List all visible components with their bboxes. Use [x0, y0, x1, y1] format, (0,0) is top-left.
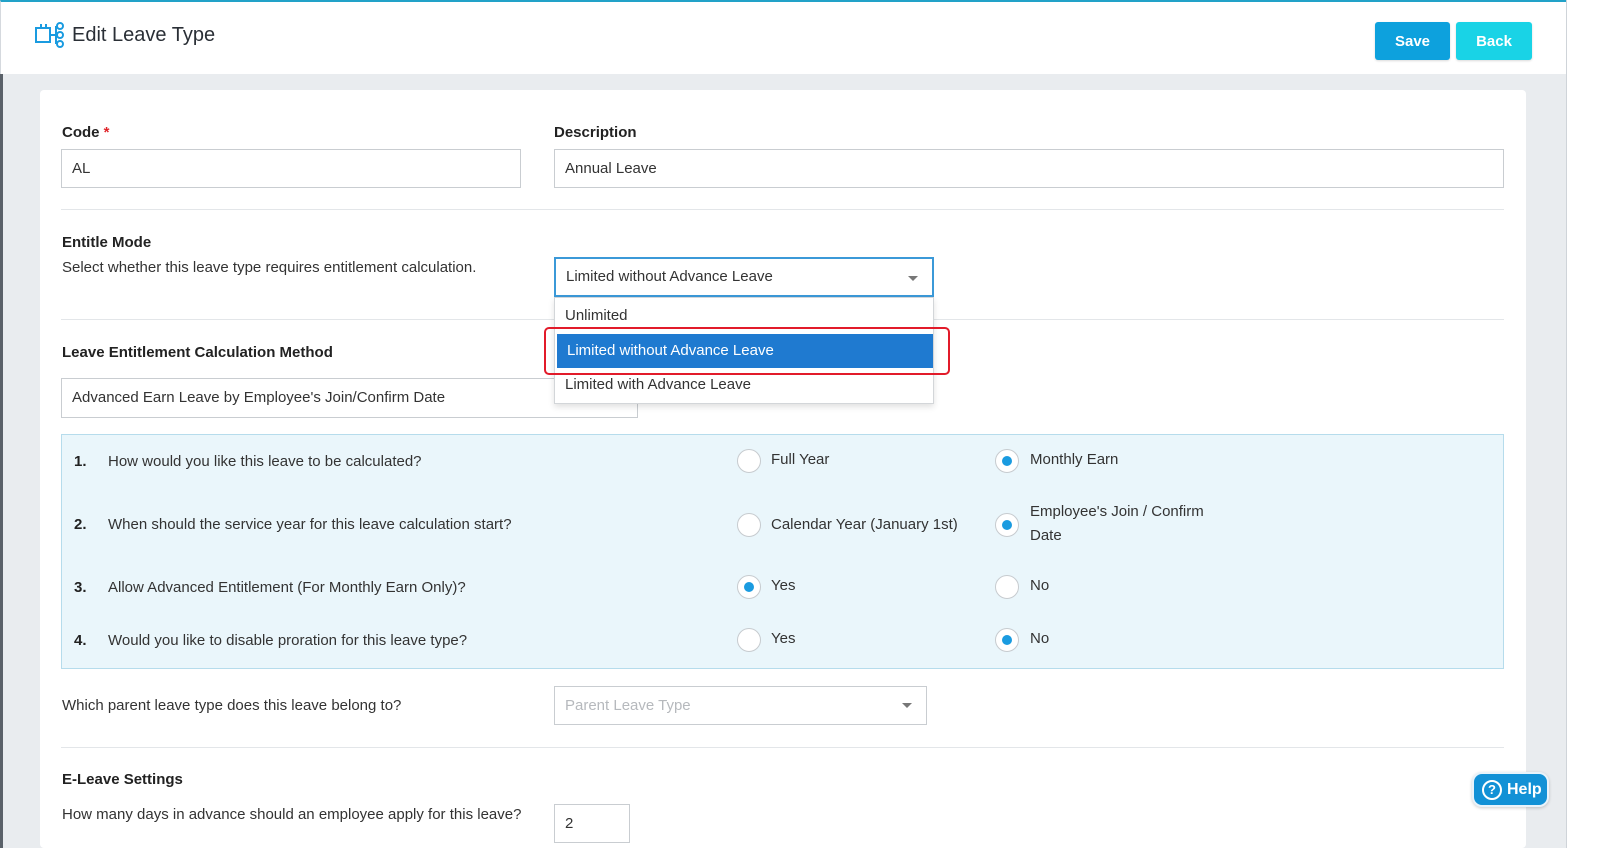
- calc-method-select[interactable]: Advanced Earn Leave by Employee's Join/C…: [61, 378, 638, 418]
- entitle-mode-selected-value: Limited without Advance Leave: [566, 268, 773, 285]
- entitle-mode-label: Entitle Mode: [62, 234, 152, 251]
- divider: [61, 209, 1504, 210]
- code-label: Code *: [62, 124, 110, 141]
- parent-leave-type-select[interactable]: Parent Leave Type: [554, 686, 927, 725]
- scrollbar-gutter: [1566, 0, 1614, 848]
- radio-advanced-yes[interactable]: [737, 575, 761, 599]
- calc-method-label: Leave Entitlement Calculation Method: [62, 344, 333, 361]
- entitle-mode-select[interactable]: Limited without Advance Leave: [554, 257, 934, 297]
- leave-type-icon: [35, 22, 64, 48]
- radio-full-year[interactable]: [737, 449, 761, 473]
- advance-days-input[interactable]: 2: [554, 804, 630, 843]
- radio-label: No: [1030, 577, 1050, 594]
- chevron-down-icon: [908, 276, 918, 281]
- entitle-mode-hint: Select whether this leave type requires …: [62, 259, 477, 276]
- radio-label: No: [1030, 630, 1050, 647]
- parent-leave-placeholder: Parent Leave Type: [565, 697, 691, 714]
- highlight-annotation: [544, 327, 950, 375]
- back-button[interactable]: Back: [1456, 22, 1532, 60]
- chevron-down-icon: [902, 703, 912, 708]
- radio-calendar-year[interactable]: [737, 513, 761, 537]
- question-number: 1.: [74, 453, 87, 470]
- code-input[interactable]: AL: [61, 149, 521, 188]
- help-label: Help: [1507, 781, 1542, 798]
- question-text: How would you like this leave to be calc…: [108, 453, 422, 470]
- radio-proration-no[interactable]: [995, 628, 1019, 652]
- radio-label: Date: [1030, 527, 1062, 544]
- question-text: Would you like to disable proration for …: [108, 632, 468, 649]
- description-input[interactable]: Annual Leave: [554, 149, 1504, 188]
- radio-label: Full Year: [771, 451, 830, 468]
- code-label-text: Code: [62, 124, 100, 141]
- page-header: Edit Leave Type Save Back: [0, 0, 1566, 74]
- divider: [61, 747, 1504, 748]
- radio-join-confirm-date[interactable]: [995, 513, 1019, 537]
- save-button[interactable]: Save: [1375, 22, 1450, 60]
- radio-label: Employee's Join / Confirm: [1030, 503, 1204, 520]
- question-circle-icon: ?: [1482, 780, 1502, 800]
- question-number: 2.: [74, 516, 87, 533]
- radio-advanced-no[interactable]: [995, 575, 1019, 599]
- required-mark: *: [103, 124, 110, 141]
- radio-label: Monthly Earn: [1030, 451, 1119, 468]
- question-number: 4.: [74, 632, 87, 649]
- help-button[interactable]: ? Help: [1472, 772, 1549, 807]
- radio-label: Yes: [771, 577, 796, 594]
- radio-proration-yes[interactable]: [737, 628, 761, 652]
- radio-monthly-earn[interactable]: [995, 449, 1019, 473]
- radio-label: Yes: [771, 630, 796, 647]
- question-number: 3.: [74, 579, 87, 596]
- page-title: Edit Leave Type: [72, 24, 216, 46]
- description-label: Description: [554, 124, 637, 141]
- question-text: Allow Advanced Entitlement (For Monthly …: [108, 579, 466, 596]
- eleave-settings-label: E-Leave Settings: [62, 771, 183, 788]
- parent-leave-question: Which parent leave type does this leave …: [62, 697, 402, 714]
- radio-label: Calendar Year (January 1st): [771, 516, 958, 533]
- advance-days-question: How many days in advance should an emplo…: [62, 806, 522, 823]
- question-text: When should the service year for this le…: [108, 516, 512, 533]
